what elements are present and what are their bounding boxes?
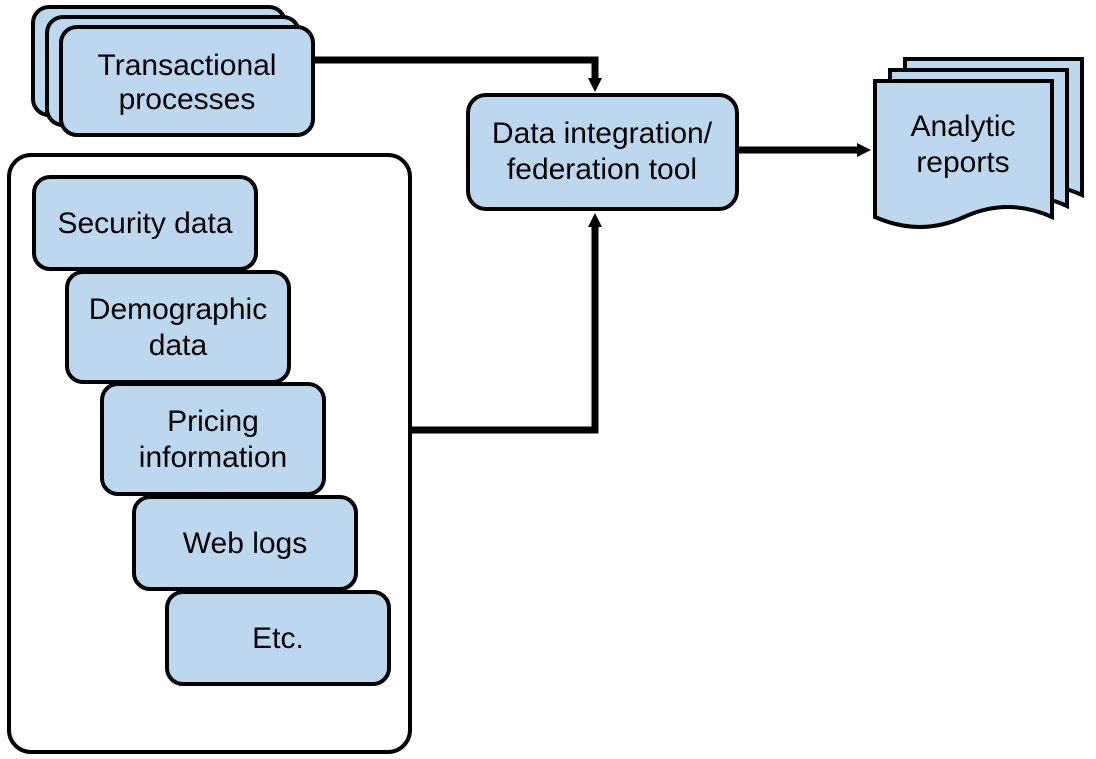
- diagram-canvas: Transactional processes Security data De…: [0, 0, 1096, 759]
- analytic-reports-node: Analytic reports: [875, 59, 1082, 227]
- analytic-reports-label-1: Analytic: [910, 110, 1015, 143]
- pricing-information-label-1: Pricing: [167, 405, 259, 438]
- web-logs-label: Web logs: [183, 527, 308, 560]
- arrow-sources-to-integration: [410, 225, 595, 430]
- etc-label: Etc.: [252, 622, 304, 655]
- transactional-processes-node: Transactional processes: [33, 7, 313, 135]
- demographic-data-node: [67, 272, 289, 382]
- arrow-transactional-to-integration: [313, 60, 595, 80]
- pricing-information-node: [102, 384, 324, 494]
- pricing-information-label-2: information: [139, 441, 287, 474]
- transactional-processes-label-2: processes: [119, 83, 256, 116]
- data-integration-node: Data integration/ federation tool: [468, 95, 737, 209]
- transactional-processes-label-1: Transactional: [98, 49, 277, 82]
- security-data-label: Security data: [57, 207, 232, 240]
- data-integration-label-1: Data integration/: [492, 117, 713, 150]
- demographic-data-label-1: Demographic: [89, 293, 267, 326]
- demographic-data-label-2: data: [149, 329, 208, 362]
- data-integration-label-2: federation tool: [507, 153, 697, 186]
- analytic-reports-label-2: reports: [916, 146, 1009, 179]
- data-sources-container: Security data Demographic data Pricing i…: [9, 155, 410, 752]
